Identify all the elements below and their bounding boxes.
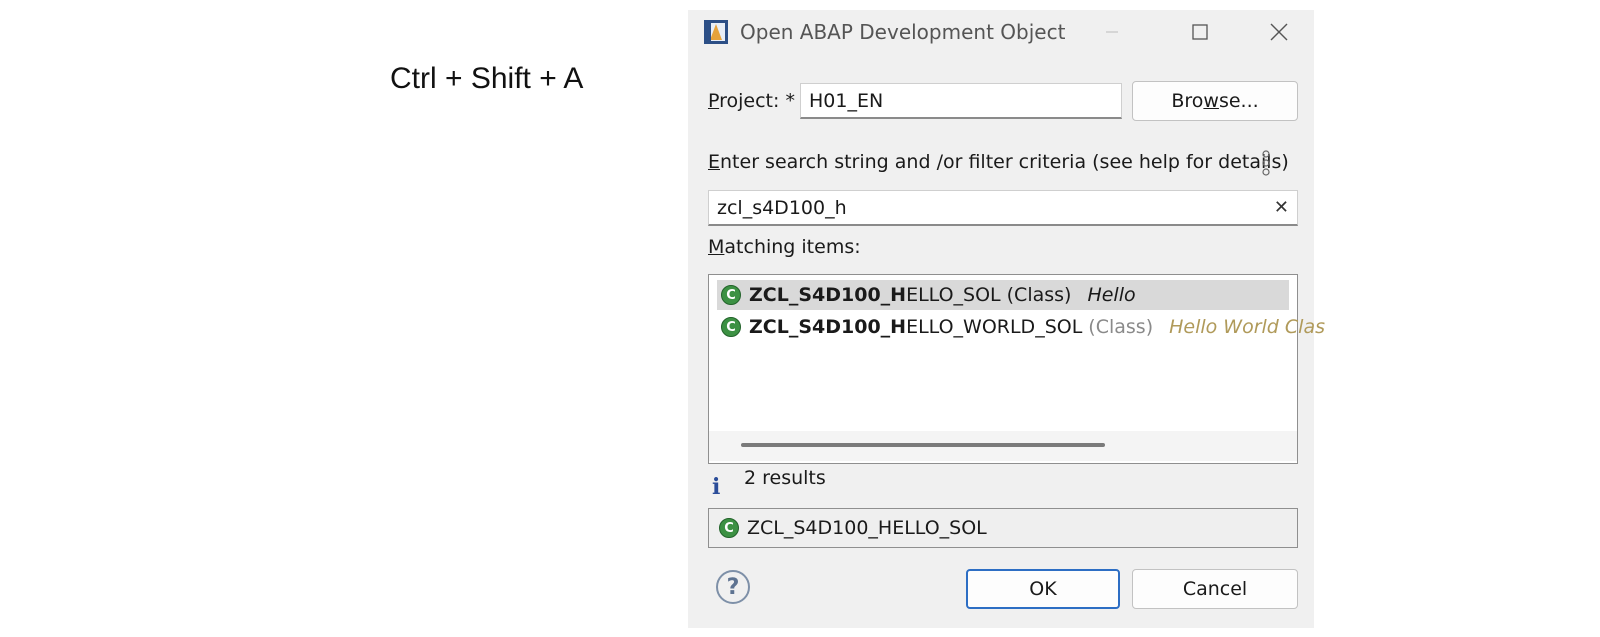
selected-object-text: ZCL_S4D100_HELLO_SOL	[747, 517, 987, 539]
browse-label-mnemonic: w	[1203, 90, 1219, 112]
results-count: 2 results	[744, 467, 826, 489]
cancel-button-label: Cancel	[1182, 578, 1248, 600]
project-input-value: H01_EN	[809, 89, 884, 112]
list-item-selected[interactable]: C ZCL_S4D100_H ELLO_SOL (Class) Hello	[717, 280, 1289, 310]
dialog-title: Open ABAP Development Object	[740, 20, 1066, 44]
class-icon: C	[721, 317, 741, 337]
project-input[interactable]: H01_EN	[800, 83, 1122, 119]
item-description: Hello World Clas	[1169, 316, 1325, 338]
browse-label-pre: Bro	[1171, 90, 1204, 112]
search-input[interactable]: zcl_s4D100_h ✕	[708, 190, 1298, 226]
cancel-button[interactable]: Cancel	[1132, 569, 1298, 609]
project-label: Project: *	[708, 90, 795, 112]
title-bar[interactable]: Open ABAP Development Object	[688, 10, 1314, 54]
matching-items-list[interactable]: C ZCL_S4D100_H ELLO_SOL (Class) Hello C Z…	[708, 274, 1325, 464]
maximize-button[interactable]	[1180, 16, 1220, 48]
matching-label-mnemonic: M	[708, 236, 725, 258]
browse-button-label: Browse...	[1171, 90, 1258, 112]
search-label-text: nter search string and /or filter criter…	[720, 151, 1289, 173]
matching-items-label: Matching items:	[708, 236, 861, 258]
close-button[interactable]	[1259, 16, 1299, 48]
search-label: Enter search string and /or filter crite…	[708, 151, 1289, 173]
browse-label-post: se...	[1218, 90, 1259, 112]
kebab-menu-icon[interactable]	[1260, 150, 1272, 181]
item-type: (Class)	[1006, 284, 1072, 306]
project-label-text: roject: *	[719, 90, 795, 112]
open-abap-object-dialog: Open ABAP Development Object Project: * …	[688, 10, 1325, 628]
ok-button-label: OK	[1029, 578, 1057, 600]
search-label-mnemonic: E	[708, 151, 721, 173]
browse-button[interactable]: Browse...	[1132, 81, 1298, 121]
project-label-mnemonic: P	[708, 90, 720, 112]
clear-search-icon[interactable]: ✕	[1274, 197, 1289, 218]
shortcut-label: Ctrl + Shift + A	[390, 62, 584, 95]
ok-button[interactable]: OK	[966, 569, 1120, 609]
item-description: Hello	[1087, 284, 1136, 306]
class-icon: C	[721, 285, 741, 305]
info-icon: i	[712, 474, 721, 500]
search-input-value: zcl_s4D100_h	[717, 196, 847, 219]
selected-object-field: C ZCL_S4D100_HELLO_SOL	[708, 508, 1298, 548]
item-rest-text: ELLO_SOL	[906, 284, 1001, 306]
help-icon[interactable]: ?	[716, 570, 750, 604]
item-type: (Class)	[1088, 316, 1154, 338]
item-rest-text: ELLO_WORLD_SOL	[906, 316, 1083, 338]
class-icon: C	[719, 518, 739, 538]
item-match-text: ZCL_S4D100_H	[749, 284, 907, 306]
scrollbar-thumb[interactable]	[741, 443, 1105, 447]
item-match-text: ZCL_S4D100_H	[749, 316, 907, 338]
eclipse-adt-app-icon	[704, 20, 728, 44]
horizontal-scrollbar[interactable]	[709, 431, 1297, 461]
minimize-button[interactable]	[1092, 16, 1132, 48]
matching-label-text: atching items:	[724, 236, 861, 258]
list-item[interactable]: C ZCL_S4D100_H ELLO_WORLD_SOL (Class) Hel…	[717, 312, 1325, 342]
